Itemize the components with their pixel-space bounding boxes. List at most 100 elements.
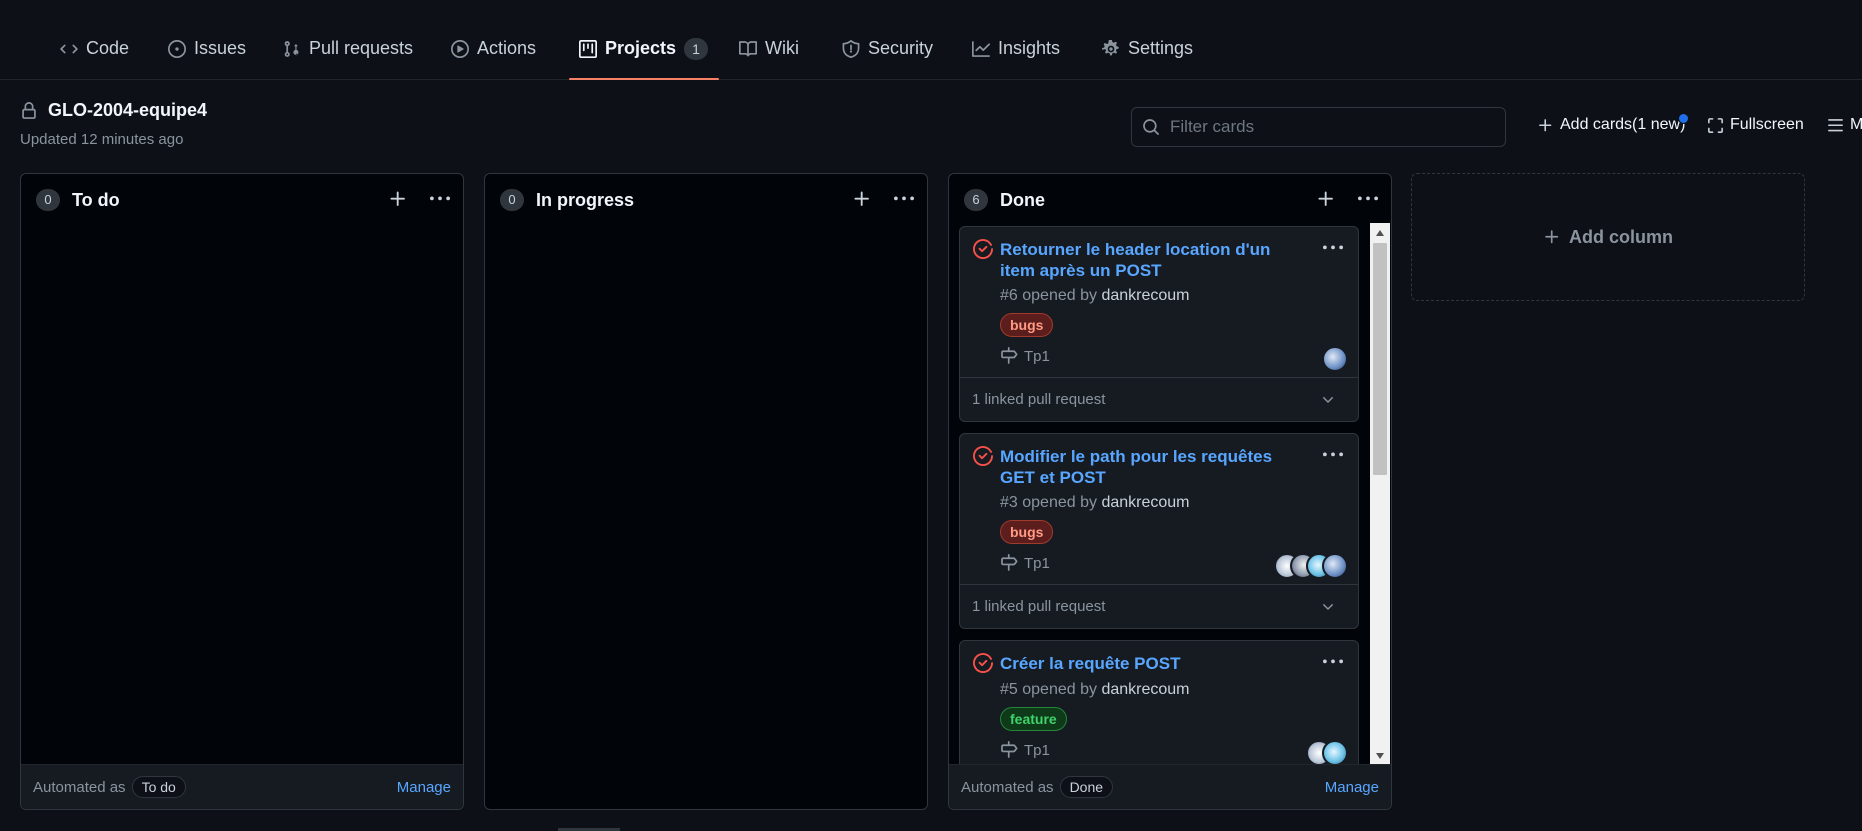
card-title[interactable]: Créer la requête POST xyxy=(1000,653,1310,674)
add-cards-label: Add cards(1 new) xyxy=(1560,116,1686,133)
scroll-thumb[interactable] xyxy=(1373,243,1387,475)
milestone-label: Tp1 xyxy=(1024,554,1050,572)
triangle-up-icon xyxy=(1376,230,1384,236)
add-card-button[interactable] xyxy=(1315,188,1337,210)
add-card-button[interactable] xyxy=(387,188,409,210)
tab-security[interactable]: Security xyxy=(832,34,943,80)
plus-icon xyxy=(854,191,869,206)
automated-label: Automated as xyxy=(961,778,1054,796)
column-header: 0 To do xyxy=(21,174,463,226)
project-card[interactable]: Créer la requête POST #5 opened by dankr… xyxy=(959,640,1359,766)
add-card-button[interactable] xyxy=(851,188,873,210)
avatar[interactable] xyxy=(1322,346,1348,372)
fullscreen-button[interactable]: Fullscreen xyxy=(1707,116,1804,134)
column-to-do: 0 To do Automated as To do Manage xyxy=(20,173,464,810)
scroll-up-arrow[interactable] xyxy=(1370,225,1390,241)
card-meta: #3 opened by dankrecoum xyxy=(1000,494,1189,512)
milestone-icon xyxy=(1001,554,1018,571)
project-card[interactable]: Modifier le path pour les requêtes GET e… xyxy=(959,433,1359,629)
tab-insights[interactable]: Insights xyxy=(962,34,1070,80)
linked-pull-request[interactable]: 1 linked pull request xyxy=(960,377,1358,421)
column-menu-button[interactable] xyxy=(429,188,451,210)
card-menu-button[interactable] xyxy=(1322,651,1344,673)
milestone-icon xyxy=(1001,741,1018,758)
column-menu-button[interactable] xyxy=(893,188,915,210)
menu-button[interactable]: M xyxy=(1827,116,1862,134)
card-title[interactable]: Retourner le header location d'un item a… xyxy=(1000,239,1310,281)
search-icon xyxy=(1143,119,1159,135)
column-name: Done xyxy=(1000,189,1045,210)
milestone-icon xyxy=(1001,347,1018,364)
kebab-horizontal-icon xyxy=(894,196,914,201)
add-cards-button[interactable]: Add cards(1 new) xyxy=(1537,113,1690,134)
card-author[interactable]: dankrecoum xyxy=(1101,287,1189,304)
scroll-down-arrow[interactable] xyxy=(1370,748,1390,764)
tab-wiki-label: Wiki xyxy=(765,38,799,58)
code-icon xyxy=(60,44,78,54)
column-count: 6 xyxy=(964,189,988,211)
project-header: GLO-2004-equipe4 Updated 12 minutes ago xyxy=(20,100,207,148)
manage-link[interactable]: Manage xyxy=(1325,779,1379,796)
milestone-label: Tp1 xyxy=(1024,741,1050,759)
plus-icon xyxy=(1318,191,1333,206)
add-cards-label-wrap: Add cards(1 new) xyxy=(1560,113,1690,134)
repo-nav: Code Issues Pull requests Actions Projec… xyxy=(0,0,1862,80)
column-footer: Automated as Done Manage xyxy=(949,764,1391,809)
card-milestone[interactable]: Tp1 xyxy=(1000,554,1050,572)
tab-code[interactable]: Code xyxy=(50,34,139,80)
filter-cards[interactable] xyxy=(1131,107,1506,147)
pull-request-icon xyxy=(284,41,299,57)
card-author[interactable]: dankrecoum xyxy=(1101,681,1189,698)
book-icon xyxy=(739,41,757,57)
new-indicator-dot xyxy=(1678,113,1690,124)
kebab-horizontal-icon xyxy=(1323,245,1343,250)
tab-wiki[interactable]: Wiki xyxy=(729,34,809,80)
kebab-horizontal-icon xyxy=(430,196,450,201)
column-menu-button[interactable] xyxy=(1357,188,1379,210)
column-header: 0 In progress xyxy=(485,174,927,226)
card-menu-button[interactable] xyxy=(1322,237,1344,259)
column-actions xyxy=(851,188,915,210)
label-bugs[interactable]: bugs xyxy=(1000,520,1054,544)
gear-icon xyxy=(1102,40,1119,56)
cards-scrollbar[interactable] xyxy=(1370,223,1390,766)
tab-settings[interactable]: Settings xyxy=(1092,34,1203,80)
kebab-horizontal-icon xyxy=(1323,452,1343,457)
label-feature[interactable]: feature xyxy=(1000,707,1067,731)
tab-security-label: Security xyxy=(868,38,934,58)
label-bugs[interactable]: bugs xyxy=(1000,313,1054,337)
project-card[interactable]: Retourner le header location d'un item a… xyxy=(959,226,1359,422)
card-author[interactable]: dankrecoum xyxy=(1101,494,1189,511)
tab-issues[interactable]: Issues xyxy=(158,34,256,80)
automated-value: To do xyxy=(131,776,186,798)
fullscreen-label: Fullscreen xyxy=(1730,116,1804,133)
linked-pull-request[interactable]: 1 linked pull request xyxy=(960,584,1358,628)
graph-icon xyxy=(972,41,990,57)
column-actions xyxy=(387,188,451,210)
card-assignees xyxy=(1322,346,1348,372)
filter-cards-input[interactable] xyxy=(1170,117,1490,137)
chevron-down-icon xyxy=(1323,603,1333,610)
avatar[interactable] xyxy=(1322,553,1348,579)
card-milestone[interactable]: Tp1 xyxy=(1000,741,1050,759)
tab-pull-requests[interactable]: Pull requests xyxy=(273,34,423,80)
card-menu-button[interactable] xyxy=(1322,444,1344,466)
add-column-button[interactable]: Add column xyxy=(1411,173,1805,301)
lock-icon xyxy=(22,101,36,119)
card-title[interactable]: Modifier le path pour les requêtes GET e… xyxy=(1000,446,1310,488)
card-assignees xyxy=(1274,553,1348,579)
tab-pull-requests-label: Pull requests xyxy=(309,38,414,58)
automated-label: Automated as xyxy=(33,778,126,796)
automated-value: Done xyxy=(1059,776,1114,798)
avatar[interactable] xyxy=(1322,740,1348,766)
manage-link[interactable]: Manage xyxy=(397,779,451,796)
plus-icon xyxy=(390,191,405,206)
project-title: GLO-2004-equipe4 xyxy=(20,100,207,121)
issue-closed-icon xyxy=(973,239,993,259)
card-number: #3 opened by xyxy=(1000,494,1097,511)
card-meta: #5 opened by dankrecoum xyxy=(1000,681,1189,699)
card-milestone[interactable]: Tp1 xyxy=(1000,347,1050,365)
tab-projects[interactable]: Projects 1 xyxy=(569,34,719,80)
tab-insights-label: Insights xyxy=(998,38,1061,58)
tab-actions[interactable]: Actions xyxy=(441,34,546,80)
